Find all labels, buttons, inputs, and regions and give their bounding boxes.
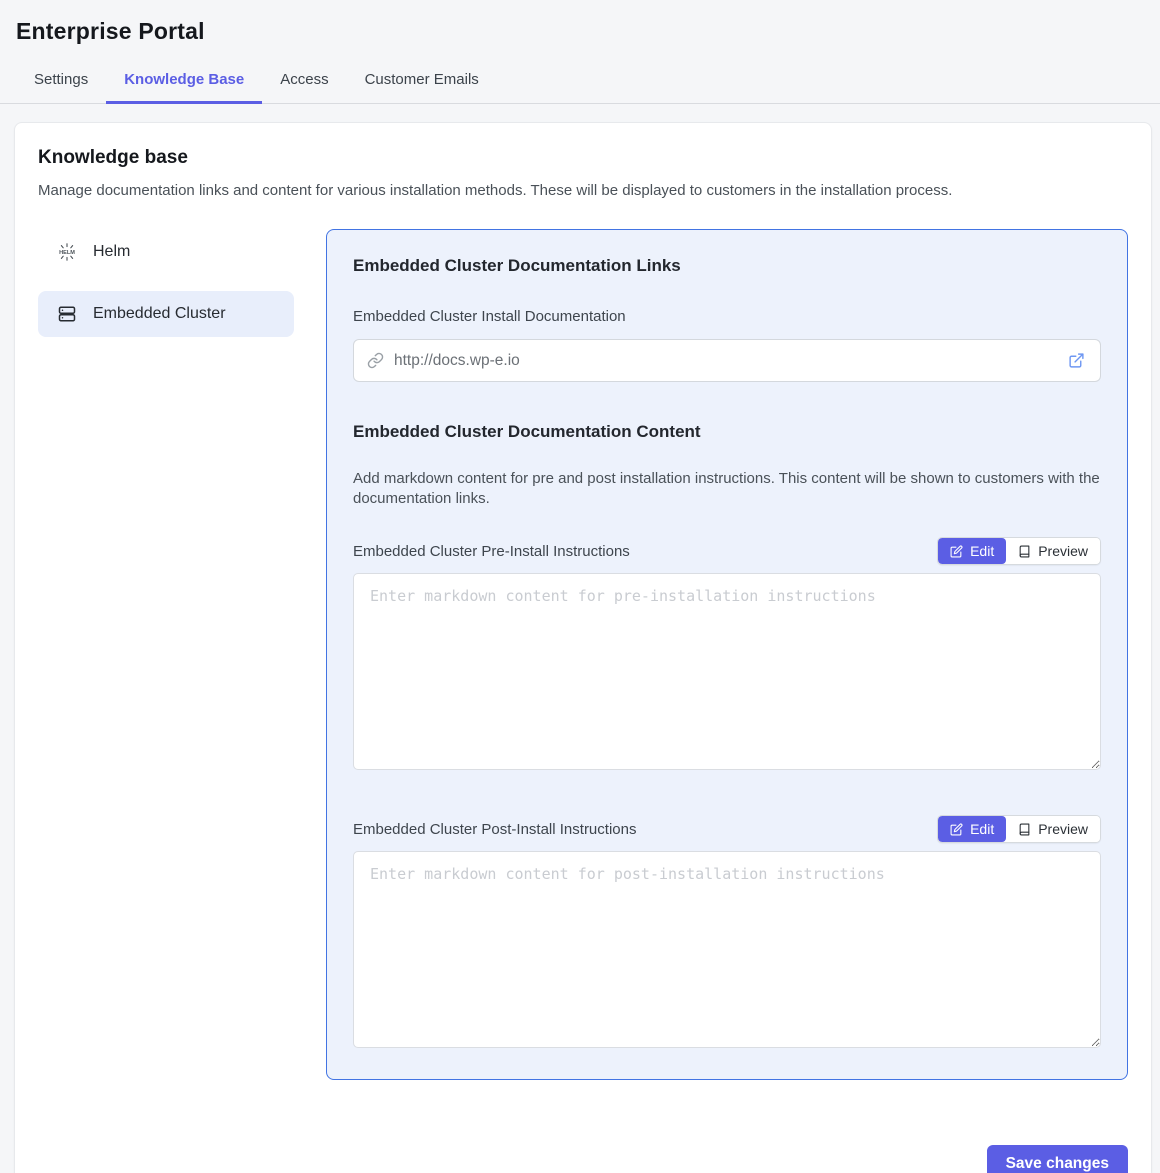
tab-customer-emails[interactable]: Customer Emails [347, 59, 497, 104]
sidebar-item-label: Helm [93, 243, 130, 261]
install-doc-url-field [353, 339, 1101, 382]
sidebar-item-embedded-cluster[interactable]: Embedded Cluster [38, 291, 294, 337]
book-icon [1018, 823, 1031, 836]
external-link-icon [1068, 352, 1085, 369]
book-icon [1018, 545, 1031, 558]
sidebar-item-label: Embedded Cluster [93, 305, 226, 323]
pre-install-preview-button[interactable]: Preview [1006, 538, 1100, 564]
edit-button-label: Edit [970, 543, 994, 559]
content-section-description: Add markdown content for pre and post in… [353, 469, 1101, 509]
post-install-textarea[interactable] [353, 851, 1101, 1048]
edit-button-label: Edit [970, 821, 994, 837]
pre-install-textarea[interactable] [353, 573, 1101, 770]
post-install-preview-button[interactable]: Preview [1006, 816, 1100, 842]
preview-button-label: Preview [1038, 821, 1088, 837]
tab-settings[interactable]: Settings [16, 59, 106, 104]
card-description: Manage documentation links and content f… [38, 182, 1128, 199]
page-header: Enterprise Portal [0, 0, 1160, 45]
install-doc-url-input[interactable] [394, 352, 1066, 370]
pre-install-label: Embedded Cluster Pre-Install Instruction… [353, 543, 630, 560]
card-title: Knowledge base [38, 147, 1128, 169]
save-changes-button[interactable]: Save changes [987, 1145, 1128, 1173]
link-icon [367, 352, 384, 369]
pre-install-edit-button[interactable]: Edit [938, 538, 1006, 564]
post-install-block: Embedded Cluster Post-Install Instructio… [353, 815, 1101, 1053]
post-install-label: Embedded Cluster Post-Install Instructio… [353, 821, 636, 838]
page-title: Enterprise Portal [16, 18, 1144, 45]
content-section-title: Embedded Cluster Documentation Content [353, 422, 1101, 442]
server-icon [58, 305, 76, 323]
post-install-edit-button[interactable]: Edit [938, 816, 1006, 842]
sidebar-item-helm[interactable]: HELM Helm [38, 229, 294, 275]
install-method-nav: HELM Helm Embedded Cluster [38, 229, 294, 1080]
install-doc-label: Embedded Cluster Install Documentation [353, 308, 1101, 325]
post-install-mode-toggle: Edit Preview [937, 815, 1101, 843]
documentation-content-section: Embedded Cluster Documentation Content A… [353, 422, 1101, 509]
tab-bar: Settings Knowledge Base Access Customer … [0, 59, 1160, 104]
preview-button-label: Preview [1038, 543, 1088, 559]
svg-text:HELM: HELM [59, 250, 75, 256]
embedded-cluster-panel: Embedded Cluster Documentation Links Emb… [326, 229, 1128, 1080]
links-section-title: Embedded Cluster Documentation Links [353, 256, 1101, 276]
pre-install-block: Embedded Cluster Pre-Install Instruction… [353, 537, 1101, 775]
open-url-button[interactable] [1066, 350, 1087, 371]
helm-icon: HELM [58, 243, 76, 261]
documentation-links-section: Embedded Cluster Documentation Links Emb… [353, 256, 1101, 382]
knowledge-base-card: Knowledge base Manage documentation link… [14, 122, 1152, 1173]
tab-access[interactable]: Access [262, 59, 346, 104]
edit-icon [950, 545, 963, 558]
pre-install-mode-toggle: Edit Preview [937, 537, 1101, 565]
edit-icon [950, 823, 963, 836]
card-footer: Save changes [38, 1145, 1128, 1173]
tab-knowledge-base[interactable]: Knowledge Base [106, 59, 262, 104]
